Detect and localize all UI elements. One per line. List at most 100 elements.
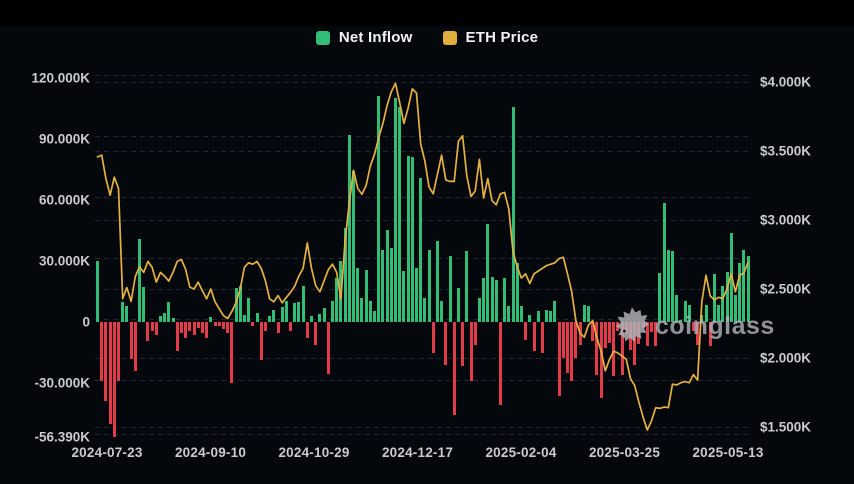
net-inflow-bar xyxy=(247,298,250,322)
gridline xyxy=(95,75,748,76)
gridline xyxy=(95,358,748,359)
net-inflow-bar xyxy=(415,268,418,322)
net-outflow-bar xyxy=(709,322,712,346)
net-inflow-bar xyxy=(726,272,729,322)
net-inflow-bar xyxy=(243,315,246,322)
net-inflow-bar xyxy=(407,156,410,322)
net-outflow-bar xyxy=(608,322,611,343)
net-inflow-bar xyxy=(239,286,242,322)
net-outflow-bar xyxy=(277,322,280,333)
net-inflow-bar xyxy=(713,274,716,322)
legend-item-eth-price[interactable]: ETH Price xyxy=(443,29,539,46)
net-inflow-bar xyxy=(667,250,670,322)
net-outflow-bar xyxy=(197,322,200,328)
net-outflow-bar xyxy=(306,322,309,338)
right-axis-tick-label: $3.000K xyxy=(760,213,811,228)
net-outflow-bar xyxy=(595,322,598,375)
net-outflow-bar xyxy=(260,322,263,360)
net-inflow-bar xyxy=(344,228,347,322)
net-outflow-bar xyxy=(432,322,435,353)
net-inflow-bar xyxy=(302,286,305,322)
net-inflow-bar xyxy=(96,261,99,322)
net-inflow-bar xyxy=(256,313,259,322)
x-axis-tick-label: 2025-03-25 xyxy=(589,445,660,460)
left-axis-tick-label: -30.000K xyxy=(0,376,90,391)
net-inflow-bar xyxy=(163,313,166,322)
net-inflow-bar xyxy=(457,288,460,322)
net-inflow-bar xyxy=(486,224,489,322)
net-inflow-bar xyxy=(356,268,359,322)
eth-price-swatch-icon xyxy=(443,31,457,45)
net-inflow-bar xyxy=(700,315,703,322)
net-outflow-bar xyxy=(650,322,653,332)
net-inflow-bar xyxy=(281,307,284,322)
left-axis-tick-label: 90.000K xyxy=(0,132,90,147)
net-inflow-bar xyxy=(402,271,405,322)
gridline xyxy=(95,380,748,381)
net-inflow-bar xyxy=(545,310,548,322)
net-inflow-bar xyxy=(381,250,384,322)
net-outflow-bar xyxy=(155,322,158,335)
net-outflow-bar xyxy=(180,322,183,333)
legend-item-net-inflow[interactable]: Net Inflow xyxy=(316,29,413,46)
net-inflow-bar xyxy=(339,261,342,322)
net-inflow-bar xyxy=(675,295,678,322)
net-outflow-bar xyxy=(633,322,636,365)
net-inflow-bar xyxy=(440,301,443,322)
gridline xyxy=(95,151,748,152)
net-inflow-bar xyxy=(318,314,321,322)
net-inflow-bar xyxy=(553,301,556,322)
net-inflow-bar xyxy=(360,298,363,322)
net-inflow-bar xyxy=(491,277,494,322)
net-inflow-bar xyxy=(365,270,368,322)
net-outflow-bar xyxy=(570,322,573,381)
x-axis-tick-label: 2024-12-17 xyxy=(382,445,453,460)
net-outflow-bar xyxy=(579,322,582,345)
net-inflow-bar xyxy=(348,135,351,323)
net-outflow-bar xyxy=(696,322,699,345)
net-inflow-bar xyxy=(142,287,145,322)
net-inflow-bar xyxy=(516,263,519,322)
net-outflow-bar xyxy=(642,322,645,328)
net-outflow-bar xyxy=(289,322,292,331)
left-axis-tick-label: 30.000K xyxy=(0,254,90,269)
net-inflow-bar xyxy=(411,157,414,322)
net-inflow-bar xyxy=(209,317,212,322)
net-outflow-bar xyxy=(230,322,233,383)
net-outflow-bar xyxy=(533,322,536,351)
left-axis-tick-label: 0 xyxy=(0,315,90,330)
net-inflow-bar xyxy=(398,107,401,323)
net-outflow-bar xyxy=(600,322,603,398)
net-inflow-bar xyxy=(537,311,540,322)
net-inflow-bar xyxy=(721,286,724,322)
net-inflow-bar xyxy=(658,273,661,322)
right-axis-tick-label: $3.500K xyxy=(760,144,811,159)
net-outflow-bar xyxy=(226,322,229,333)
net-outflow-bar xyxy=(637,322,640,344)
net-outflow-bar xyxy=(562,322,565,358)
net-inflow-bar xyxy=(734,295,737,322)
net-inflow-bar xyxy=(293,303,296,322)
net-inflow-bar xyxy=(352,171,355,322)
net-inflow-bar xyxy=(272,310,275,322)
net-outflow-bar xyxy=(104,322,107,401)
net-outflow-bar xyxy=(654,322,657,346)
net-outflow-bar xyxy=(541,322,544,353)
net-inflow-bar xyxy=(436,241,439,322)
net-outflow-bar xyxy=(117,322,120,381)
net-inflow-bar xyxy=(121,302,124,322)
net-inflow-bar xyxy=(390,248,393,322)
net-inflow-bar xyxy=(507,306,510,322)
net-inflow-bar xyxy=(671,251,674,322)
x-axis-tick-label: 2025-02-04 xyxy=(485,445,556,460)
right-axis-tick-label: $1.500K xyxy=(760,420,811,435)
net-inflow-bar xyxy=(310,316,313,322)
net-inflow-bar xyxy=(747,256,750,322)
net-outflow-bar xyxy=(474,322,477,345)
net-outflow-bar xyxy=(591,322,594,341)
net-inflow-bar xyxy=(419,178,422,322)
net-inflow-bar xyxy=(159,316,162,322)
right-axis-tick-label: $4.000K xyxy=(760,75,811,90)
net-outflow-bar xyxy=(558,322,561,396)
net-outflow-bar xyxy=(151,322,154,331)
